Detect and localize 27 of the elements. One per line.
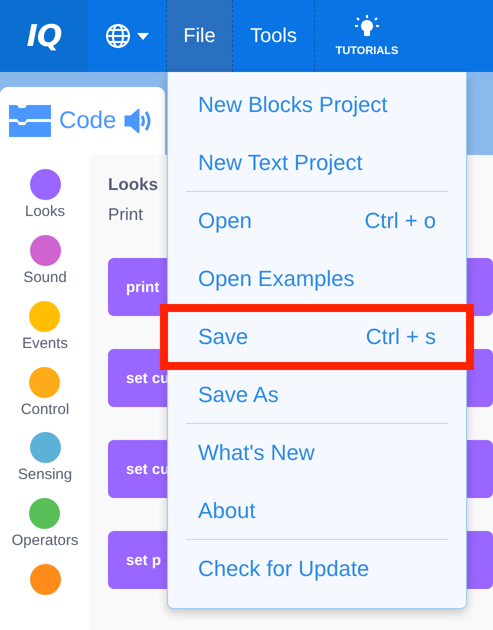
category-button[interactable]: Operators	[12, 498, 78, 564]
menu-item[interactable]: Save Ctrl + s	[164, 308, 470, 366]
category-button[interactable]: Sensing	[18, 432, 72, 498]
shortcut-label: Ctrl + o	[364, 208, 436, 234]
caret-icon	[137, 32, 149, 40]
menu-item[interactable]: Save As	[168, 366, 466, 424]
section-subheading: Print	[108, 205, 143, 225]
category-button[interactable]: Looks	[24, 169, 66, 235]
category-button[interactable]: Sound	[23, 234, 67, 301]
category-button[interactable]: Events	[22, 300, 68, 367]
menu-item[interactable]: Open Examples	[168, 250, 466, 308]
menu-item[interactable]: New Blocks Project	[168, 76, 466, 134]
menu-item[interactable]: Check for Update	[168, 540, 466, 598]
menu-item[interactable]: Open Ctrl + o	[168, 192, 466, 250]
menu-tab[interactable]: File	[167, 0, 233, 72]
menu-item[interactable]: New Text Project	[168, 134, 466, 192]
globe-icon	[105, 23, 131, 49]
section-heading: Looks	[108, 175, 160, 195]
blocks-icon	[9, 103, 51, 139]
speaker-icon	[124, 109, 152, 133]
category-button[interactable]: Control	[20, 366, 70, 432]
shortcut-label: Ctrl + s	[366, 324, 436, 350]
code-tab[interactable]: Code	[0, 87, 165, 155]
logo: IQ	[0, 0, 88, 72]
tutorials-button[interactable]: TUTORIALS	[315, 0, 419, 72]
menu-item[interactable]: About	[168, 482, 466, 540]
menu-item[interactable]: What's New	[168, 424, 466, 482]
